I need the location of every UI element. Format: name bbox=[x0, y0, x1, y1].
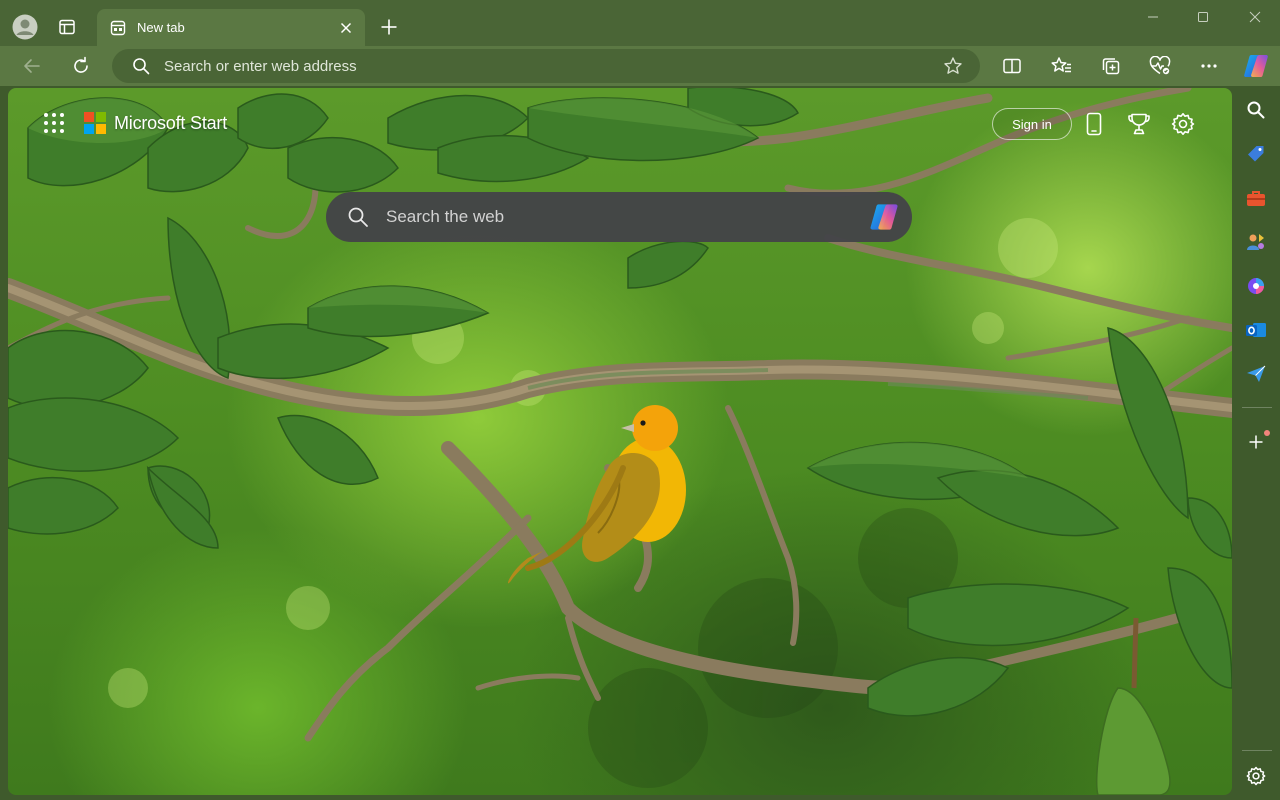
split-screen-button[interactable] bbox=[996, 51, 1028, 81]
sidebar-item-tools[interactable] bbox=[1240, 182, 1272, 214]
sidebar-divider bbox=[1242, 407, 1272, 408]
close-icon bbox=[340, 22, 352, 33]
star-icon bbox=[944, 57, 962, 74]
address-bar[interactable] bbox=[112, 49, 980, 83]
back-button[interactable] bbox=[16, 51, 48, 81]
outlook-icon bbox=[1246, 323, 1266, 337]
sidebar-item-search[interactable] bbox=[1240, 94, 1272, 126]
gear-icon bbox=[1171, 113, 1195, 135]
add-favorite-button[interactable] bbox=[938, 51, 968, 81]
brand-name[interactable]: Microsoft Start bbox=[114, 113, 227, 134]
maximize-icon bbox=[1198, 12, 1208, 22]
sidebar-item-send[interactable] bbox=[1240, 358, 1272, 390]
games-icon bbox=[1247, 234, 1264, 250]
profile-icon bbox=[12, 14, 38, 40]
bird-illustration bbox=[508, 405, 686, 584]
web-search-box[interactable] bbox=[326, 192, 912, 242]
profile-button[interactable] bbox=[10, 12, 40, 42]
browser-essentials-button[interactable] bbox=[1144, 51, 1176, 81]
phone-icon bbox=[1086, 112, 1102, 136]
tab-title: New tab bbox=[137, 20, 185, 35]
tools-icon bbox=[1247, 191, 1265, 206]
search-icon bbox=[1247, 101, 1265, 119]
notification-dot bbox=[1264, 430, 1270, 436]
plus-icon bbox=[381, 19, 397, 35]
minimize-button[interactable] bbox=[1128, 0, 1178, 34]
tab-new-tab[interactable]: New tab bbox=[97, 9, 365, 46]
search-icon bbox=[346, 205, 370, 229]
apps-grid-icon[interactable] bbox=[42, 111, 66, 135]
search-icon bbox=[130, 55, 152, 77]
sidebar-settings-button[interactable] bbox=[1240, 760, 1272, 792]
more-button[interactable] bbox=[1193, 51, 1225, 81]
sign-in-button[interactable]: Sign in bbox=[992, 108, 1072, 140]
copilot-button[interactable] bbox=[1238, 51, 1274, 81]
sidebar-item-games[interactable] bbox=[1240, 226, 1272, 258]
heart-pulse-icon bbox=[1149, 56, 1171, 75]
gear-icon bbox=[1246, 766, 1266, 786]
sidebar-item-shopping[interactable] bbox=[1240, 138, 1272, 170]
back-arrow-icon bbox=[24, 59, 40, 73]
trophy-icon bbox=[1128, 113, 1150, 135]
sidebar-add-button[interactable] bbox=[1240, 426, 1272, 458]
web-search-input[interactable] bbox=[386, 207, 866, 227]
microsoft-start-header: Microsoft Start bbox=[42, 110, 227, 136]
edge-sidebar bbox=[1234, 88, 1280, 800]
more-dots-icon bbox=[1201, 64, 1217, 68]
maximize-button[interactable] bbox=[1178, 0, 1228, 34]
close-window-button[interactable] bbox=[1230, 0, 1280, 34]
close-icon bbox=[1249, 11, 1261, 23]
favorites-icon bbox=[1051, 57, 1071, 73]
workspaces-button[interactable] bbox=[52, 12, 82, 42]
collections-icon bbox=[1102, 58, 1120, 75]
copilot-icon bbox=[1244, 55, 1268, 77]
refresh-button[interactable] bbox=[65, 51, 97, 81]
collections-button[interactable] bbox=[1095, 51, 1127, 81]
address-input[interactable] bbox=[164, 57, 938, 75]
copilot-designer-icon bbox=[1248, 278, 1264, 294]
minimize-icon bbox=[1148, 16, 1158, 18]
workspaces-icon bbox=[59, 19, 75, 35]
favorites-button[interactable] bbox=[1046, 51, 1078, 81]
refresh-icon bbox=[74, 56, 88, 73]
split-screen-icon bbox=[1003, 58, 1021, 74]
new-tab-button[interactable] bbox=[374, 12, 404, 42]
shopping-tag-icon bbox=[1248, 146, 1264, 162]
navigation-toolbar bbox=[0, 46, 1280, 86]
title-bar: New tab bbox=[0, 0, 1280, 46]
send-icon bbox=[1247, 365, 1266, 382]
sidebar-item-copilot-designer[interactable] bbox=[1240, 270, 1272, 302]
microsoft-logo bbox=[84, 112, 106, 134]
page-settings-button[interactable] bbox=[1167, 108, 1199, 140]
phone-button[interactable] bbox=[1078, 108, 1110, 140]
add-icon bbox=[1249, 435, 1263, 449]
copilot-icon bbox=[870, 204, 898, 230]
rewards-button[interactable] bbox=[1123, 108, 1155, 140]
copilot-search-button[interactable] bbox=[866, 199, 902, 235]
sidebar-item-outlook[interactable] bbox=[1240, 314, 1272, 346]
sidebar-divider bbox=[1242, 750, 1272, 751]
new-tab-page-icon bbox=[109, 19, 127, 37]
new-tab-page: Microsoft Start Sign in bbox=[8, 88, 1232, 795]
tab-close-button[interactable] bbox=[333, 15, 359, 41]
